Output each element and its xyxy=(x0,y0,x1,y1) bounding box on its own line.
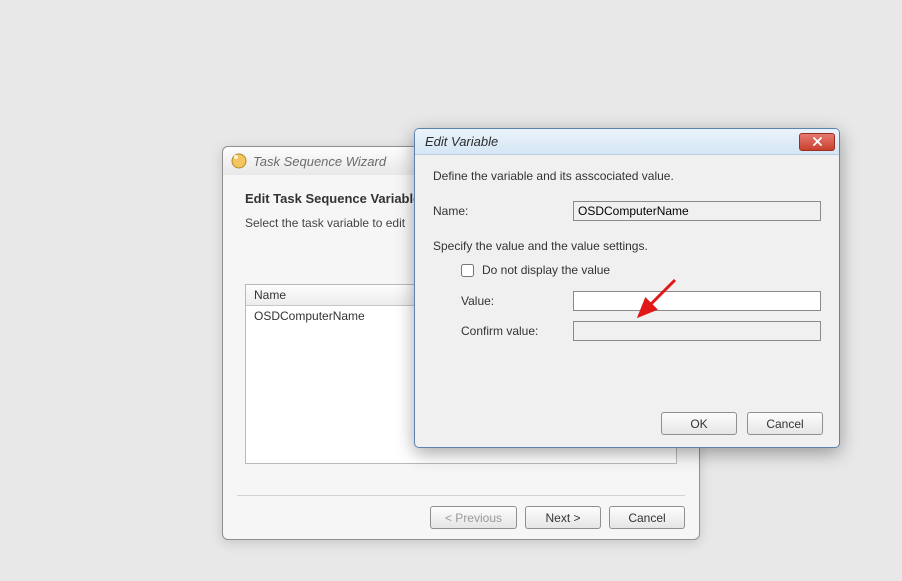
dialog-titlebar[interactable]: Edit Variable xyxy=(415,129,839,155)
dialog-description: Define the variable and its asscociated … xyxy=(433,169,821,183)
value-label: Value: xyxy=(433,294,573,308)
confirm-value-field[interactable] xyxy=(573,321,821,341)
close-icon xyxy=(812,137,823,146)
wizard-title: Task Sequence Wizard xyxy=(253,154,386,169)
confirm-value-label: Confirm value: xyxy=(433,324,573,338)
dialog-title: Edit Variable xyxy=(425,134,498,149)
value-field[interactable] xyxy=(573,291,821,311)
wizard-icon xyxy=(231,153,247,169)
ok-button[interactable]: OK xyxy=(661,412,737,435)
edit-variable-dialog: Edit Variable Define the variable and it… xyxy=(414,128,840,448)
name-label: Name: xyxy=(433,204,573,218)
dialog-footer: OK Cancel xyxy=(661,412,823,435)
name-row: Name: xyxy=(433,201,821,221)
name-field[interactable] xyxy=(573,201,821,221)
do-not-display-label: Do not display the value xyxy=(482,263,610,277)
dialog-cancel-button[interactable]: Cancel xyxy=(747,412,823,435)
do-not-display-checkbox[interactable] xyxy=(461,264,474,277)
do-not-display-row: Do not display the value xyxy=(461,263,821,277)
value-section-heading: Specify the value and the value settings… xyxy=(433,239,821,253)
previous-button: < Previous xyxy=(430,506,517,529)
wizard-cancel-button[interactable]: Cancel xyxy=(609,506,685,529)
value-form: Value: Confirm value: xyxy=(433,291,821,341)
value-row: Value: xyxy=(433,291,821,311)
next-button[interactable]: Next > xyxy=(525,506,601,529)
confirm-value-row: Confirm value: xyxy=(433,321,821,341)
close-button[interactable] xyxy=(799,133,835,151)
wizard-footer: < Previous Next > Cancel xyxy=(237,495,685,529)
dialog-body: Define the variable and its asscociated … xyxy=(415,155,839,341)
